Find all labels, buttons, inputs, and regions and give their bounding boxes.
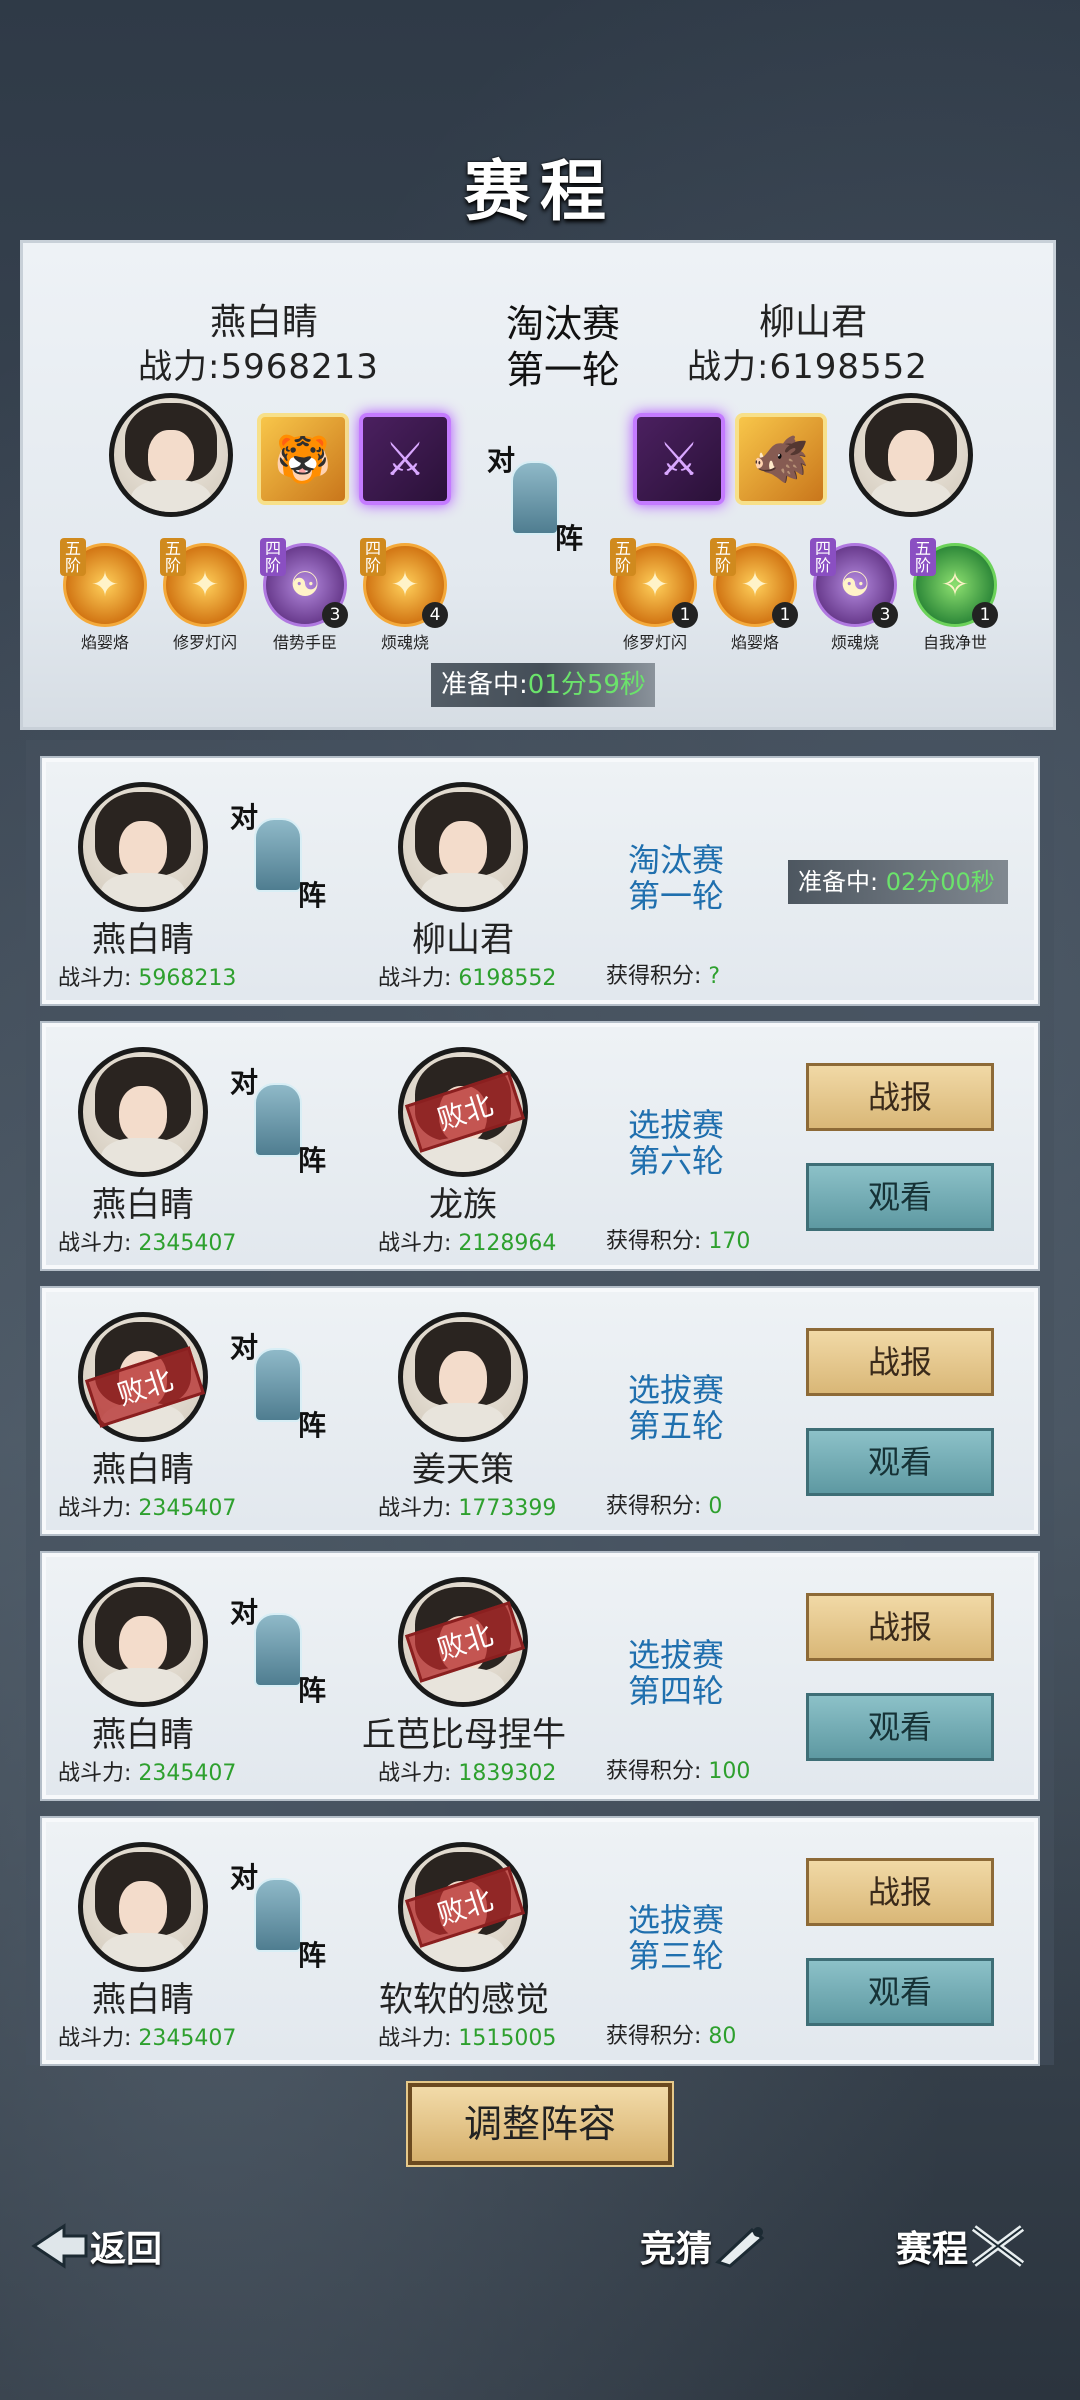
left-player-name: 燕白睛 <box>92 920 194 960</box>
score: 获得积分: ? <box>606 964 721 989</box>
match-round: 选拔赛 第四轮 <box>627 1636 724 1710</box>
versus-emblem: 对阵 <box>230 1331 326 1442</box>
right-player-power: 战斗力: 1773399 <box>378 1496 557 1521</box>
match-round: 选拔赛 第五轮 <box>627 1371 724 1445</box>
match-card: 对阵 败北 燕白睛 战斗力: 2345407 龙族 战斗力: 2128964 选… <box>40 1021 1040 1271</box>
left-player-power: 战斗力: 2345407 <box>58 1231 237 1256</box>
battle-report-button[interactable]: 战报 <box>806 1858 994 1926</box>
current-match-panel: 燕白睛 战力:5968213 淘汰赛 第一轮 柳山君 战力:6198552 🐯 … <box>20 240 1056 730</box>
match-list[interactable]: 对阵 燕白睛 战斗力: 5968213 柳山君 战斗力: 6198552 淘汰赛… <box>26 740 1054 2066</box>
adjust-lineup-button[interactable]: 调整阵容 <box>406 2081 674 2167</box>
right-player-avatar[interactable] <box>398 782 528 912</box>
watch-button[interactable]: 观看 <box>806 1958 994 2026</box>
brush-icon <box>712 2222 772 2270</box>
score: 获得积分: 170 <box>606 1229 751 1254</box>
right-player-power: 战斗力: 1839302 <box>378 1761 557 1786</box>
weapon-icon[interactable]: ⚔ <box>633 413 725 505</box>
skill-icon[interactable]: 五阶 ✦ 1 <box>710 538 798 628</box>
right-player-name: 丘芭比母捏牛 <box>362 1715 566 1755</box>
schedule-button[interactable]: 赛程 <box>896 2218 1028 2274</box>
left-player-avatar[interactable] <box>78 782 208 912</box>
watch-button[interactable]: 观看 <box>806 1693 994 1761</box>
versus-emblem: 对阵 <box>230 801 326 912</box>
skill-icon[interactable]: 五阶 ✦ <box>160 538 247 627</box>
skill-name: 自我净世 <box>922 633 987 652</box>
skill-icon[interactable]: 五阶 ✧ 1 <box>910 538 998 628</box>
watch-button[interactable]: 观看 <box>806 1428 994 1496</box>
right-player-avatar[interactable] <box>849 393 973 517</box>
skill-name: 烦魂烧 <box>830 633 879 652</box>
score: 获得积分: 80 <box>606 2024 737 2049</box>
skill-name: 焰婴烙 <box>80 633 129 652</box>
right-player-power: 战斗力: 2128964 <box>378 1231 557 1256</box>
right-player-name: 柳山君 <box>759 302 868 343</box>
left-player-name: 燕白睛 <box>210 302 319 343</box>
left-player-name: 燕白睛 <box>92 1185 194 1225</box>
match-round: 淘汰赛 第一轮 <box>627 841 724 915</box>
skill-icon[interactable]: 四阶 ☯ 3 <box>810 538 898 628</box>
left-player-power: 战斗力: 5968213 <box>58 966 237 991</box>
right-player-power: 战力:6198552 <box>687 347 928 387</box>
match-round: 选拔赛 第六轮 <box>627 1106 724 1180</box>
prep-countdown: 准备中:01分59秒 <box>431 663 655 707</box>
weapon-icon[interactable]: ⚔ <box>359 413 451 505</box>
left-player-power: 战斗力: 2345407 <box>58 1761 237 1786</box>
beast-pet-icon[interactable]: 🐗 <box>735 413 827 505</box>
skill-name: 烦魂烧 <box>380 633 429 652</box>
right-player-name: 柳山君 <box>412 920 514 960</box>
page-title: 赛程 <box>464 152 616 230</box>
right-player-name: 软软的感觉 <box>379 1980 549 2020</box>
skill-name: 焰婴烙 <box>730 633 779 652</box>
back-button[interactable]: 返回 <box>30 2218 162 2274</box>
guess-button[interactable]: 竞猜 <box>640 2218 772 2274</box>
versus-emblem: 对阵 <box>230 1596 326 1707</box>
left-player-name: 燕白睛 <box>92 1715 194 1755</box>
skill-icon[interactable]: 四阶 ☯ 3 <box>260 538 348 628</box>
left-player-power: 战斗力: 2345407 <box>58 1496 237 1521</box>
left-player-avatar[interactable] <box>78 1047 208 1177</box>
skill-name: 修罗灯闪 <box>622 633 687 652</box>
right-player-power: 战斗力: 1515005 <box>378 2026 557 2051</box>
match-card: 对阵 燕白睛 战斗力: 5968213 柳山君 战斗力: 6198552 淘汰赛… <box>40 756 1040 1006</box>
skill-icon[interactable]: 五阶 ✦ 1 <box>610 538 698 628</box>
watch-button[interactable]: 观看 <box>806 1163 994 1231</box>
match-round: 选拔赛 第三轮 <box>627 1901 724 1975</box>
right-player-power: 战斗力: 6198552 <box>378 966 557 991</box>
left-player-avatar[interactable] <box>109 393 233 517</box>
left-player-avatar[interactable] <box>78 1842 208 1972</box>
prep-countdown: 准备中: 02分00秒 <box>788 860 1008 904</box>
left-player-power: 战斗力: 2345407 <box>58 2026 237 2051</box>
skill-name: 修罗灯闪 <box>172 633 237 652</box>
tiger-pet-icon[interactable]: 🐯 <box>257 413 349 505</box>
skill-icon[interactable]: 五阶 ✦ <box>60 538 147 627</box>
match-card: 对阵 败北 燕白睛 战斗力: 2345407 丘芭比母捏牛 战斗力: 18393… <box>40 1551 1040 1801</box>
left-player-name: 燕白睛 <box>92 1980 194 2020</box>
skill-icon[interactable]: 四阶 ✦ 4 <box>360 538 448 628</box>
crossed-swords-icon <box>968 2222 1028 2270</box>
match-card: 对阵 败北 燕白睛 战斗力: 2345407 软软的感觉 战斗力: 151500… <box>40 1816 1040 2066</box>
versus-emblem: 对阵 <box>230 1861 326 1972</box>
battle-report-button[interactable]: 战报 <box>806 1328 994 1396</box>
right-player-avatar[interactable] <box>398 1312 528 1442</box>
skill-name: 借势手臣 <box>272 633 337 652</box>
score: 获得积分: 0 <box>606 1494 723 1519</box>
match-round: 第一轮 <box>505 348 620 392</box>
battle-report-button[interactable]: 战报 <box>806 1063 994 1131</box>
right-player-name: 姜天策 <box>412 1450 514 1490</box>
back-arrow-icon <box>30 2222 90 2270</box>
left-player-power: 战力:5968213 <box>138 347 379 387</box>
left-player-avatar[interactable] <box>78 1577 208 1707</box>
versus-emblem: 对阵 <box>487 444 583 555</box>
match-card: 败北 对阵 燕白睛 战斗力: 2345407 姜天策 战斗力: 1773399 … <box>40 1286 1040 1536</box>
score: 获得积分: 100 <box>606 1759 751 1784</box>
versus-emblem: 对阵 <box>230 1066 326 1177</box>
left-player-name: 燕白睛 <box>92 1450 194 1490</box>
right-player-name: 龙族 <box>429 1185 497 1225</box>
battle-report-button[interactable]: 战报 <box>806 1593 994 1661</box>
